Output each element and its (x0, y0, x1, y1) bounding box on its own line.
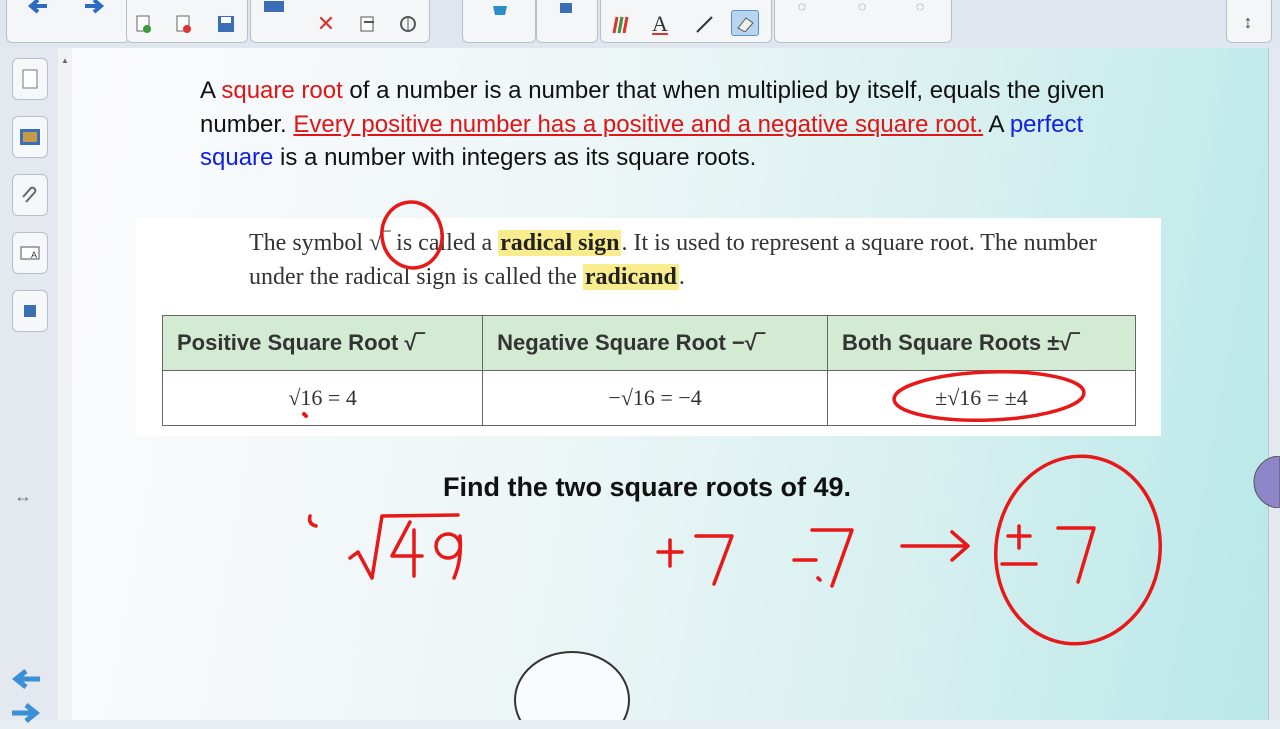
ink-plus-7 (656, 534, 734, 586)
ink-plus-minus-7 (1000, 524, 1096, 584)
puzzle-icon[interactable] (553, 0, 579, 20)
header-both: Both Square Roots ±√‾ (826, 315, 1137, 371)
ink-tick (307, 514, 318, 528)
toolbar: ✕ A ◌ ◌ ◌ ↕ (0, 0, 1280, 49)
cell-both: ±√16 = ±4 (826, 370, 1137, 426)
ink-digit-4 (390, 520, 424, 578)
ink-arrow (900, 530, 970, 562)
scroll-up-icon[interactable]: ▲ (61, 56, 69, 65)
text-icon[interactable]: A (647, 11, 673, 36)
positive-negative-note: Every positive number has a positive and… (293, 110, 984, 138)
view-toggle-icon[interactable]: ↕ (1235, 10, 1261, 34)
ink-radical-49 (348, 513, 460, 580)
header-positive: Positive Square Root √‾ (161, 315, 484, 371)
cell-negative: −√16 = −4 (482, 370, 828, 426)
intro-text-4: is a number with integers as its square … (273, 144, 757, 171)
term-radical-sign: radical sign (498, 230, 622, 256)
shape-pen-icon[interactable]: ◌ (849, 0, 875, 18)
new-page-icon[interactable] (131, 12, 157, 36)
header-negative: Negative Square Root −√‾ (482, 315, 828, 371)
magic-group: ◌ ◌ ◌ (774, 0, 952, 43)
navigation-group (6, 0, 130, 43)
back-arrow-icon[interactable] (25, 0, 51, 18)
intro-text-3: A (983, 110, 1010, 138)
whiteboard-canvas[interactable]: A square root of a number is a number th… (72, 48, 1268, 720)
table-header-row: Positive Square Root √‾ Negative Square … (161, 315, 1137, 371)
square-roots-table: Positive Square Root √‾ Negative Square … (161, 315, 1137, 426)
next-page-icon[interactable] (10, 702, 42, 729)
edit-group: ✕ (250, 0, 430, 43)
side-panel-handle[interactable] (1250, 455, 1280, 509)
addons-group (536, 0, 598, 43)
screen-display-icon[interactable] (261, 0, 287, 20)
textbook-excerpt: The symbol √‾ is called a radical sign. … (136, 218, 1161, 436)
resize-arrows-icon[interactable]: ↔ (14, 486, 32, 507)
view-group: ↕ (1226, 0, 1272, 43)
radical-symbol: √‾ (369, 230, 391, 256)
tb-text-4: . (678, 264, 685, 290)
vertical-scrollbar[interactable]: ▲ (58, 48, 73, 720)
save-icon[interactable] (213, 12, 239, 36)
properties-icon[interactable]: A (12, 232, 48, 274)
line-icon[interactable] (691, 12, 717, 36)
intro-text: A (200, 77, 222, 104)
gallery-group (462, 0, 536, 43)
pens-icon[interactable] (607, 12, 633, 36)
ink-minus-7 (792, 528, 854, 588)
previous-page-icon[interactable] (10, 668, 42, 695)
pen-tools-group: A (600, 0, 772, 43)
tb-text-2: is called a (390, 230, 499, 256)
svg-text:A: A (31, 250, 37, 260)
magic-pen-icon[interactable]: ◌ (789, 0, 815, 18)
page-sorter-icon[interactable] (12, 58, 48, 100)
gallery-tab-icon[interactable] (12, 116, 48, 158)
term-square-root: square root (221, 77, 343, 104)
cell-positive: √16 = 4 (161, 370, 484, 426)
practice-prompt: Find the two square roots of 49. (442, 472, 852, 502)
term-radicand: radicand (582, 264, 679, 290)
right-edge-bar (1268, 48, 1280, 720)
delete-page-icon[interactable] (171, 12, 197, 36)
tools-icon[interactable] (395, 12, 421, 36)
selection-icon[interactable]: ◌ (907, 0, 933, 18)
paste-icon[interactable] (355, 12, 381, 36)
radical-definition: The symbol √‾ is called a radical sign. … (249, 226, 1129, 294)
page-group (126, 0, 248, 43)
definition-paragraph: A square root of a number is a number th… (200, 74, 1160, 175)
attachments-icon[interactable] (12, 174, 48, 216)
sidebar: A ↔ (0, 48, 59, 723)
addons-icon[interactable] (12, 290, 48, 332)
table-row: √16 = 4 −√16 = −4 ±√16 = ±4 (161, 370, 1137, 426)
tb-text: The symbol (249, 230, 369, 256)
forward-arrow-icon[interactable] (81, 0, 107, 18)
ink-digit-9 (434, 532, 463, 580)
gallery-icon[interactable] (487, 0, 513, 20)
cursor-circle-tool (514, 651, 630, 720)
close-icon[interactable]: ✕ (313, 11, 339, 36)
eraser-icon[interactable] (731, 10, 759, 36)
